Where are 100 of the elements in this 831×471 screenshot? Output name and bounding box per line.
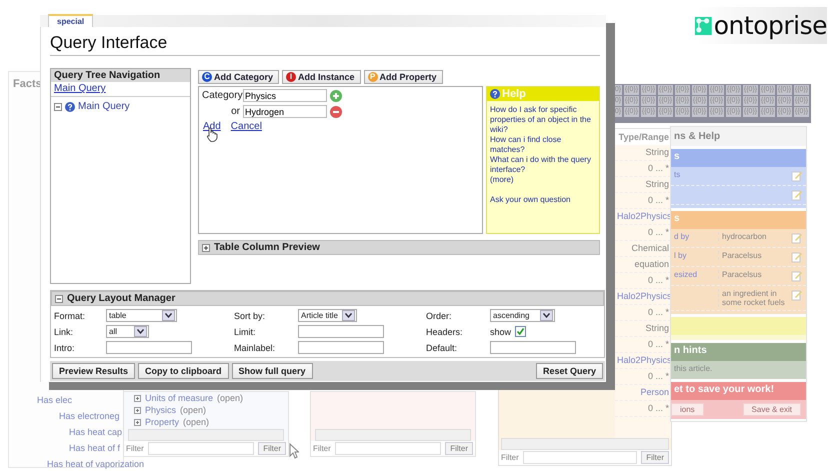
help-link[interactable]: Ask your own question bbox=[490, 195, 596, 205]
help-link[interactable]: How can i find close matches? bbox=[490, 135, 596, 155]
annotation-value: Paracelsus bbox=[718, 251, 789, 260]
badge-icon: C bbox=[202, 72, 212, 82]
filter-field[interactable] bbox=[522, 451, 638, 464]
action-button[interactable]: Show full query bbox=[232, 363, 313, 379]
filter-field[interactable] bbox=[334, 442, 442, 455]
save-button[interactable]: Save & exit bbox=[742, 403, 801, 416]
pencil-icon[interactable] bbox=[791, 170, 803, 182]
category-field[interactable]: Hydrogen bbox=[243, 105, 327, 118]
annotation-label: l by bbox=[674, 251, 688, 260]
add-icon[interactable] bbox=[330, 90, 342, 102]
category-field[interactable]: Physics bbox=[243, 89, 327, 102]
badge-icon: P bbox=[368, 72, 378, 82]
annotation-label: d by bbox=[674, 232, 690, 241]
add-button[interactable]: C Add Category bbox=[198, 70, 280, 84]
collapse-icon[interactable] bbox=[55, 294, 63, 302]
help-link[interactable]: (more) bbox=[490, 175, 596, 185]
pencil-icon[interactable] bbox=[791, 270, 803, 282]
tree-status: (open) bbox=[183, 417, 210, 428]
text-field[interactable] bbox=[490, 341, 576, 354]
field-label: Default: bbox=[426, 342, 458, 352]
annotation-label: ts bbox=[674, 170, 682, 179]
remove-icon[interactable] bbox=[330, 106, 342, 118]
expand-icon[interactable] bbox=[202, 244, 210, 252]
pencil-icon[interactable] bbox=[791, 189, 803, 201]
field-label: Headers: bbox=[426, 326, 464, 336]
badge-icon: I bbox=[286, 72, 296, 82]
filter-field[interactable] bbox=[148, 442, 254, 455]
action-button[interactable]: Preview Results bbox=[52, 363, 136, 379]
field-label: Limit: bbox=[234, 326, 257, 336]
add-button[interactable]: P Add Property bbox=[364, 70, 443, 84]
help-link[interactable]: How do I ask for specific properties of an object in the wiki? bbox=[490, 105, 596, 135]
section-header: s bbox=[671, 149, 806, 167]
caret-icon bbox=[540, 310, 553, 321]
hint-text: this article. bbox=[673, 363, 714, 375]
tab[interactable]: special bbox=[48, 14, 94, 27]
section-header[interactable]: Table Column Preview bbox=[198, 240, 600, 255]
field-label: Intro: bbox=[54, 342, 76, 352]
tree-status: (open) bbox=[180, 405, 206, 416]
tree-status: (open) bbox=[217, 393, 244, 404]
section-header: s bbox=[671, 211, 806, 229]
pencil-icon[interactable] bbox=[791, 232, 803, 244]
help-link[interactable]: What can i do with the query interface? bbox=[490, 155, 596, 175]
text-field[interactable] bbox=[298, 325, 384, 338]
caret-icon bbox=[342, 310, 355, 321]
field-label: Sort by: bbox=[234, 310, 266, 320]
pencil-icon[interactable] bbox=[791, 289, 803, 301]
annotation-value: an ingredient in some rocket fuels bbox=[718, 289, 789, 307]
collapse-icon[interactable] bbox=[54, 102, 62, 110]
expand-icon[interactable] bbox=[134, 407, 141, 414]
panel-title: ns & Help bbox=[671, 127, 806, 146]
filter-button[interactable]: Filter bbox=[641, 451, 669, 464]
breadcrumb-link[interactable]: Main Query bbox=[54, 83, 106, 94]
filter-button[interactable]: Filter bbox=[258, 442, 286, 455]
help-title: Help bbox=[502, 88, 526, 100]
column-header: Type/Range bbox=[615, 129, 671, 145]
panel-title: Facts bbox=[13, 78, 42, 90]
annotation-value: Paracelsus bbox=[718, 270, 789, 279]
text-field[interactable] bbox=[298, 341, 384, 354]
save-button[interactable]: ions bbox=[671, 403, 704, 416]
filter-label: Filter bbox=[313, 444, 331, 453]
dropdown[interactable]: Article title bbox=[298, 309, 357, 322]
scrollbar[interactable] bbox=[315, 429, 471, 441]
expand-icon[interactable] bbox=[134, 395, 141, 402]
checkbox[interactable] bbox=[515, 326, 526, 337]
dropdown[interactable]: ascending bbox=[490, 309, 555, 322]
field-label: Order: bbox=[426, 310, 453, 320]
filter-label: Filter bbox=[501, 453, 519, 462]
action-button[interactable]: Copy to clipboard bbox=[138, 363, 229, 379]
help-icon bbox=[65, 102, 75, 112]
logo: ontoprise bbox=[695, 7, 827, 44]
scrollbar[interactable] bbox=[501, 438, 669, 450]
section-header: et to save your work! bbox=[671, 382, 806, 400]
expand-icon[interactable] bbox=[134, 419, 141, 426]
field-label: Category: bbox=[202, 90, 240, 101]
tree-item[interactable]: Main Query bbox=[78, 101, 130, 112]
caret-icon bbox=[162, 310, 175, 321]
panel-header: Query Tree Navigation bbox=[51, 69, 190, 82]
text-field[interactable] bbox=[106, 341, 192, 354]
reset-button[interactable]: Reset Query bbox=[536, 363, 603, 379]
pencil-icon[interactable] bbox=[791, 251, 803, 263]
field-label: Mainlabel: bbox=[234, 342, 276, 352]
dropdown[interactable]: table bbox=[106, 309, 177, 322]
page-title: Query Interface bbox=[50, 33, 600, 56]
action-link[interactable]: Add bbox=[203, 121, 221, 132]
filter-button[interactable]: Filter bbox=[445, 442, 473, 455]
field-label: Link: bbox=[54, 326, 74, 336]
annotation-label: esized bbox=[674, 270, 698, 279]
annotation-value: hydrocarbon bbox=[718, 232, 789, 241]
action-link[interactable]: Cancel bbox=[230, 121, 262, 132]
add-button[interactable]: I Add Instance bbox=[282, 70, 361, 84]
scrollbar[interactable] bbox=[128, 429, 284, 441]
section-header: n hints bbox=[671, 343, 806, 361]
dropdown[interactable]: all bbox=[106, 325, 149, 338]
filter-label: Filter bbox=[126, 444, 144, 453]
section-header[interactable]: Query Layout Manager bbox=[51, 291, 604, 306]
field-label: or bbox=[230, 106, 240, 117]
checkbox-label: show bbox=[490, 326, 512, 336]
field-label: Format: bbox=[54, 310, 86, 320]
